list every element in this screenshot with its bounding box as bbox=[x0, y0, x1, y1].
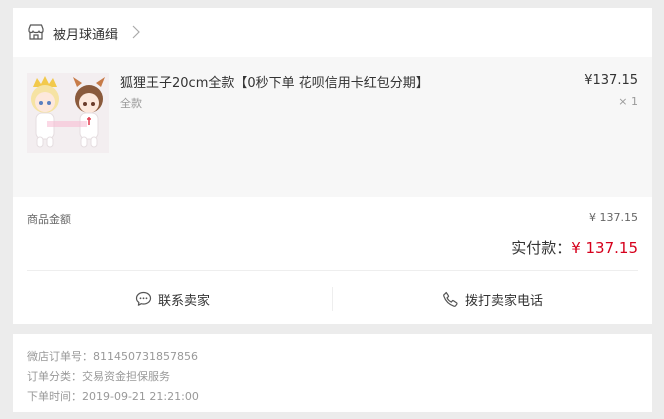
product-price: ¥137.15 bbox=[584, 73, 638, 88]
product-thumbnail bbox=[27, 73, 109, 153]
order-category-row: 订单分类：交易资金担保服务 bbox=[27, 368, 170, 384]
order-number-label: 微店订单号： bbox=[27, 350, 93, 363]
paid-value: ¥ 137.15 bbox=[571, 239, 638, 257]
contact-seller-label: 联系卖家 bbox=[157, 293, 210, 309]
order-category-value: 交易资金担保服务 bbox=[82, 370, 170, 383]
contact-seller-button[interactable]: 联系卖家 bbox=[13, 281, 332, 317]
order-time-row: 下单时间：2019-09-21 21:21:00 bbox=[27, 388, 199, 404]
order-number-value[interactable]: 811450731857856 bbox=[93, 350, 198, 363]
goods-amount-label: 商品金额 bbox=[27, 213, 71, 226]
chevron-right-icon bbox=[132, 25, 140, 39]
shop-name[interactable]: 被月球通缉 bbox=[53, 24, 118, 43]
chat-bubble-icon bbox=[135, 291, 152, 306]
phone-icon bbox=[443, 291, 458, 307]
call-seller-label: 拨打卖家电话 bbox=[464, 293, 543, 309]
product-sku: 全款 bbox=[120, 97, 142, 110]
product-quantity: × 1 bbox=[618, 95, 638, 108]
goods-amount-value: ¥ 137.15 bbox=[589, 211, 638, 224]
order-category-label: 订单分类： bbox=[27, 370, 82, 383]
product-item[interactable]: 狐狸王子20cm全款【0秒下单 花呗信用卡红包分期】 全款 ¥137.15 × … bbox=[13, 57, 652, 197]
order-time-label: 下单时间： bbox=[27, 390, 82, 403]
paid-label: 实付款： bbox=[511, 239, 572, 257]
paid-amount: 实付款：¥ 137.15 bbox=[511, 237, 638, 258]
shop-icon bbox=[28, 24, 44, 40]
shop-header[interactable]: 被月球通缉 bbox=[13, 8, 652, 57]
product-title[interactable]: 狐狸王子20cm全款【0秒下单 花呗信用卡红包分期】 bbox=[120, 72, 429, 91]
order-number-row[interactable]: 微店订单号：811450731857856 bbox=[27, 348, 198, 364]
call-seller-button[interactable]: 拨打卖家电话 bbox=[333, 281, 652, 317]
divider bbox=[27, 270, 638, 271]
order-time-value: 2019-09-21 21:21:00 bbox=[82, 390, 199, 403]
order-info-card: 微店订单号：811450731857856 订单分类：交易资金担保服务 下单时间… bbox=[13, 334, 652, 412]
order-card: 被月球通缉 狐狸王子20cm全款【0秒下单 花呗信用卡红包分期】 全款 ¥137… bbox=[13, 8, 652, 324]
